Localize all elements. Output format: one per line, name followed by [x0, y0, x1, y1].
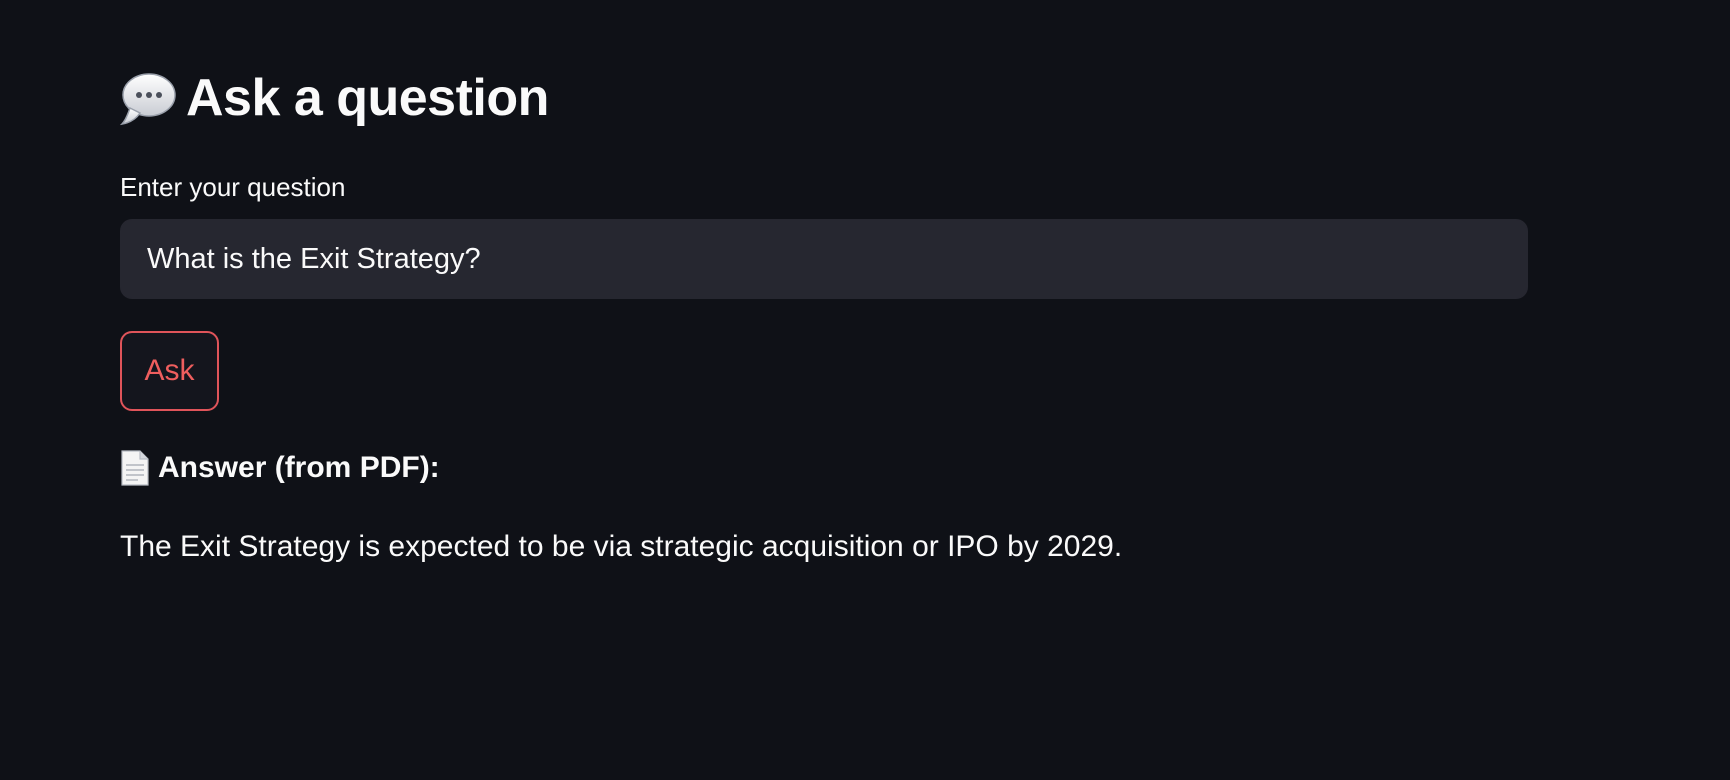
answer-text: The Exit Strategy is expected to be via … — [120, 530, 1123, 563]
answer-heading-text: Answer (from PDF): — [158, 451, 440, 484]
question-field-label: Enter your question — [120, 172, 346, 202]
speech-balloon-icon — [119, 70, 176, 126]
page-title: Ask a question — [186, 69, 549, 127]
page-facing-up-icon — [120, 450, 150, 486]
page-header: Ask a question — [119, 66, 549, 130]
answer-heading: Answer (from PDF): — [120, 446, 440, 490]
ask-button[interactable]: Ask — [120, 331, 219, 411]
question-input[interactable] — [120, 219, 1528, 299]
